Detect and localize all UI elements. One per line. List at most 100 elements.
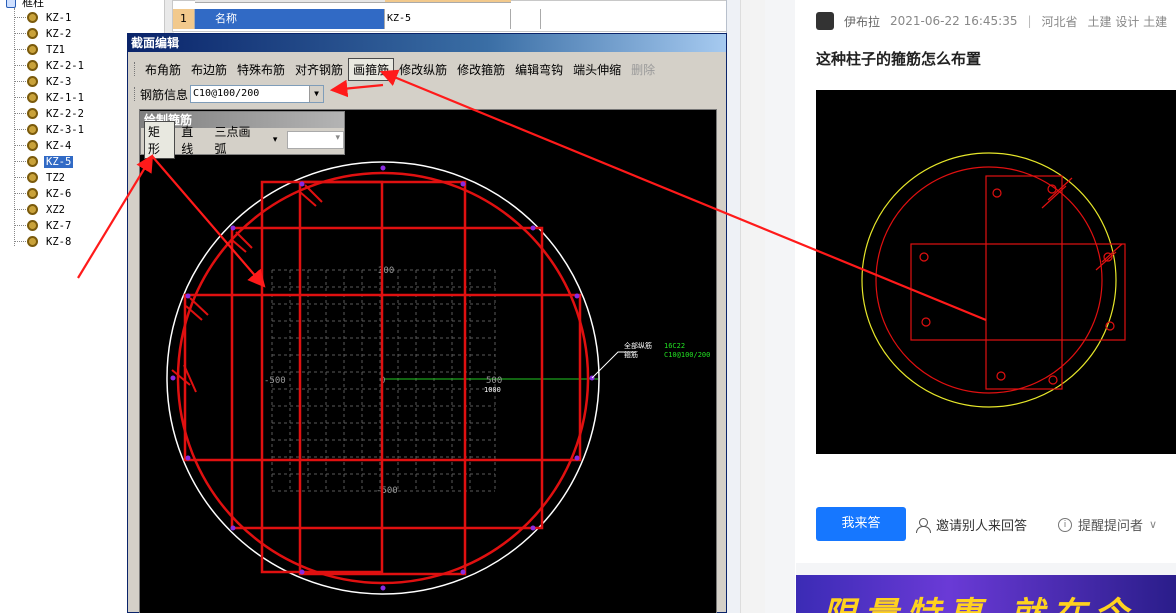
answer-button[interactable]: 我来答 <box>816 507 906 541</box>
info-icon: i <box>1058 517 1072 532</box>
tree-connector <box>14 33 26 34</box>
toolbar-button[interactable]: 编辑弯钩 <box>510 58 568 81</box>
tree-item[interactable]: TZ1 <box>14 42 67 57</box>
toolbar-button[interactable]: 端头伸缩 <box>568 58 626 81</box>
section-divider <box>796 563 1176 575</box>
component-icon <box>27 204 38 215</box>
invite-label: 邀请别人来回答 <box>936 519 1028 534</box>
dialog-title[interactable]: 截面编辑 <box>128 34 726 52</box>
tree-item[interactable]: KZ-1-1 <box>14 90 86 105</box>
question-image[interactable] <box>816 90 1176 454</box>
tree-connector <box>14 177 26 178</box>
row-name-cell[interactable]: 名称 <box>195 9 385 29</box>
tree-connector <box>14 225 26 226</box>
grid-row[interactable]: 1 名称 KZ-5 <box>173 9 541 29</box>
chevron-down-icon: ∨ <box>1149 518 1158 531</box>
tree-connector <box>14 193 26 194</box>
dialog-toolbar: 布角筋 布边筋 特殊布筋 对齐钢筋 画箍筋 修改纵筋 修改箍筋 编辑弯钩 端头伸缩 删除 <box>134 57 660 81</box>
remind-button[interactable]: i 提醒提问者 ∨ <box>1058 515 1157 534</box>
component-icon <box>27 172 38 183</box>
tree-connector <box>14 161 26 162</box>
avatar[interactable] <box>816 12 834 30</box>
draw-mode-button[interactable]: 矩形 <box>144 121 176 159</box>
dim-diameter: 1000 <box>484 386 501 394</box>
qa-page: 伊布拉 2021-06-22 16:45:35 | 河北省 土建 设计 土建 这… <box>796 0 1176 613</box>
dim-left: -500 <box>264 376 286 386</box>
component-icon <box>27 12 38 23</box>
tree-item[interactable]: KZ-7 <box>14 218 73 233</box>
component-icon <box>27 28 38 39</box>
tree-item[interactable]: TZ2 <box>14 170 67 185</box>
tree-item[interactable]: KZ-6 <box>14 186 73 201</box>
tree-item-label: KZ-8 <box>46 235 72 248</box>
component-icon <box>27 44 38 55</box>
toolbar-button[interactable]: 布角筋 <box>140 58 186 81</box>
draw-mode-dropdown-icon[interactable]: ▾ <box>269 133 282 147</box>
toolbar-button[interactable]: 画箍筋 <box>348 57 395 81</box>
tree-connector <box>14 17 26 18</box>
tree-item-label: KZ-3-1 <box>46 123 84 136</box>
tree-connector <box>14 113 26 114</box>
toolbar-grip[interactable] <box>134 62 137 76</box>
dropdown-arrow-icon[interactable]: ▼ <box>309 86 324 102</box>
tree-connector <box>14 145 26 146</box>
tree-item-label: XZ2 <box>46 203 65 216</box>
row-value-cell[interactable]: KZ-5 <box>385 9 511 29</box>
side-panel-edge <box>740 0 765 613</box>
tree-connector <box>14 97 26 98</box>
row-extra-cell[interactable] <box>511 9 541 29</box>
invite-button[interactable]: 邀请别人来回答 <box>916 515 1027 534</box>
toolbar-button[interactable]: 修改箍筋 <box>452 58 510 81</box>
tree-item[interactable]: KZ-2-2 <box>14 106 86 121</box>
tree-item-label: KZ-6 <box>46 187 72 200</box>
tree-item[interactable]: KZ-1 <box>14 10 73 25</box>
component-icon <box>27 124 38 135</box>
banner-text: 限量特惠 就在今 <box>822 587 1136 613</box>
tree-item[interactable]: KZ-4 <box>14 138 73 153</box>
toolbar-button[interactable]: 对齐钢筋 <box>290 58 348 81</box>
component-icon <box>27 236 38 247</box>
section-edit-dialog: 截面编辑 布角筋 布边筋 特殊布筋 对齐钢筋 画箍筋 修改纵筋 修改箍筋 编辑弯钩 端头伸缩 删除… <box>127 33 727 613</box>
toolbar-button[interactable]: 修改纵筋 <box>394 58 452 81</box>
question-image-drawing <box>861 152 1126 408</box>
rebar-info-value: C10@100/200 <box>193 88 260 99</box>
tree-item[interactable]: KZ-3 <box>14 74 73 89</box>
toolbar-button[interactable]: 删除 <box>626 58 660 81</box>
vertical-scrollbar[interactable] <box>726 0 740 613</box>
tree-item[interactable]: KZ-5 <box>14 154 74 169</box>
draw-mode-button[interactable]: 三点画弧 <box>210 121 264 159</box>
toolbar-button[interactable]: 特殊布筋 <box>232 58 290 81</box>
promo-banner[interactable]: 限量特惠 就在今 <box>796 575 1176 613</box>
post-location: 河北省 <box>1041 14 1078 29</box>
tree-item[interactable]: KZ-2-1 <box>14 58 86 73</box>
grid-header-name <box>195 0 385 3</box>
component-icon <box>27 108 38 119</box>
tree-item-label: KZ-2-2 <box>46 107 84 120</box>
tree-item[interactable]: KZ-3-1 <box>14 122 86 137</box>
remind-label: 提醒提问者 <box>1078 519 1144 534</box>
tree-item[interactable]: KZ-8 <box>14 234 73 249</box>
component-icon <box>27 188 38 199</box>
toolbar-button[interactable]: 布边筋 <box>186 58 232 81</box>
dim-bottom: -500 <box>376 486 398 496</box>
rebar-info-label: 钢筋信息 <box>140 87 189 102</box>
tree-connector <box>14 81 26 82</box>
draw-mode-combo[interactable] <box>287 131 344 149</box>
draw-mode-button[interactable]: 直线 <box>177 121 208 159</box>
tree-root[interactable]: 框柱 <box>6 0 44 10</box>
tree-item[interactable]: XZ2 <box>14 202 67 217</box>
toolbar-grip[interactable] <box>134 87 137 101</box>
section-canvas[interactable]: 300 -500 0 -500 500 1000 全部纵筋 箍筋 16C22 C… <box>139 109 717 613</box>
post-tags[interactable]: 土建 设计 土建 <box>1088 13 1168 30</box>
rebar-info-select[interactable]: C10@100/200 ▼ <box>190 85 325 103</box>
row-number: 1 <box>173 9 195 29</box>
component-icon <box>27 92 38 103</box>
tree-item[interactable]: KZ-2 <box>14 26 73 41</box>
author-name[interactable]: 伊布拉 <box>844 13 880 30</box>
component-icon <box>27 220 38 231</box>
tree-connector <box>14 129 26 130</box>
legend-value-1: 16C22 <box>664 342 685 350</box>
rebar-info-row: 钢筋信息 C10@100/200 ▼ <box>134 83 325 105</box>
legend-label-2: 箍筋 <box>624 350 638 359</box>
tree-item-label: TZ2 <box>46 171 65 184</box>
